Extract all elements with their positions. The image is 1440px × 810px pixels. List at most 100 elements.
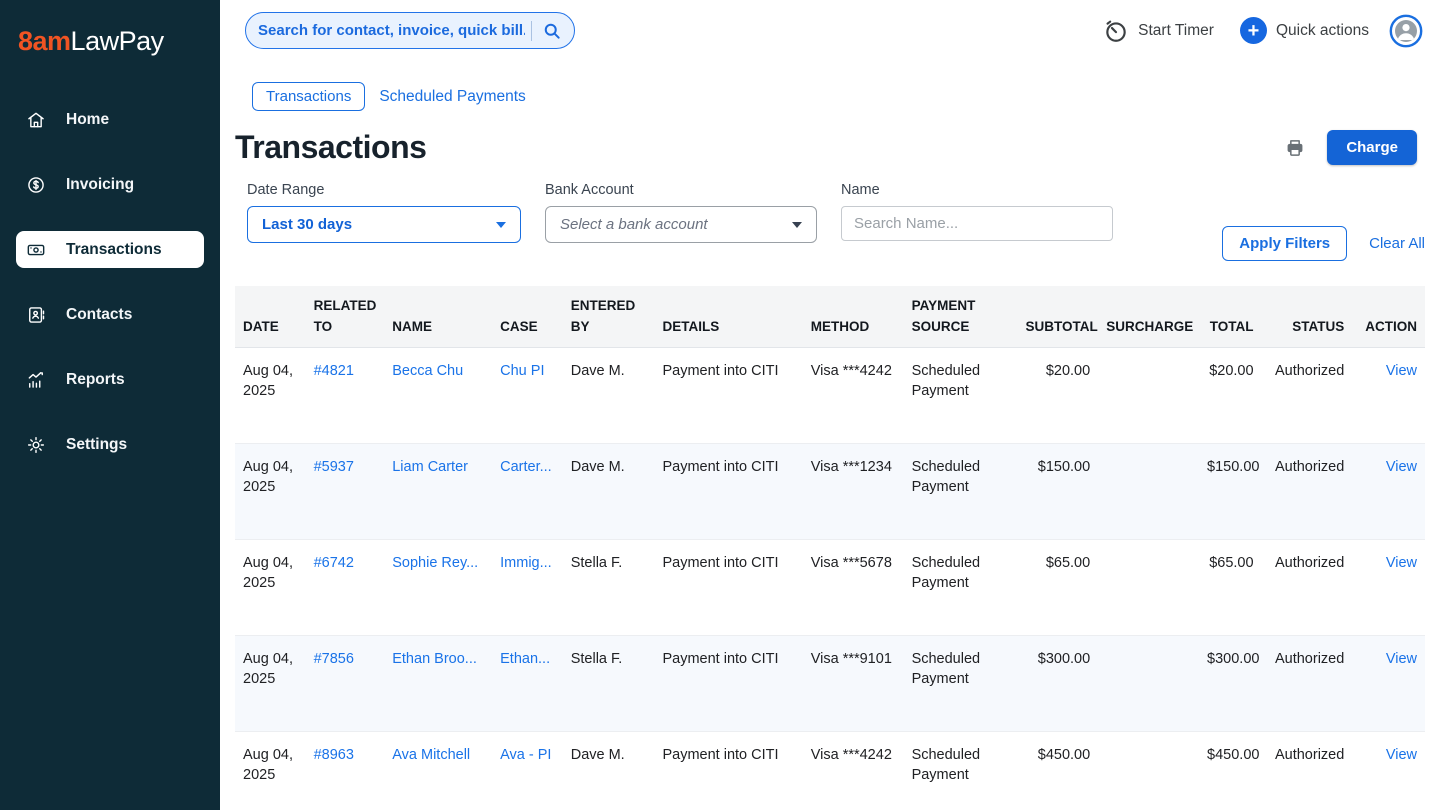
cell-payment-source: Scheduled Payment [904, 443, 1018, 539]
logo-8am: 8am [18, 26, 71, 56]
case-link[interactable]: Ethan... [500, 651, 550, 667]
contact-name-link[interactable]: Ava Mitchell [392, 747, 470, 763]
date-range-select[interactable]: Last 30 days [247, 206, 521, 243]
cell-action: View [1352, 347, 1425, 443]
quick-actions-label: Quick actions [1276, 22, 1369, 40]
global-search-input[interactable]: Search for contact, invoice, quick bill.… [245, 12, 575, 49]
sidebar-item-transactions[interactable]: Transactions [16, 231, 204, 268]
cell-total: $150.00 [1199, 443, 1262, 539]
contact-name-link[interactable]: Liam Carter [392, 459, 468, 475]
page-title: Transactions [235, 129, 426, 166]
date-range-field: Date Range Last 30 days [247, 182, 521, 243]
cell-case: Carter... [492, 443, 563, 539]
table-row: Aug 04, 2025 #5937 Liam Carter Carter...… [235, 443, 1425, 539]
sidebar: 8amLawPay Home Invoicing Transactions Co… [0, 0, 220, 810]
case-link[interactable]: Immig... [500, 555, 552, 571]
sidebar-item-invoicing[interactable]: Invoicing [16, 166, 204, 203]
start-timer-button[interactable]: Start Timer [1103, 18, 1214, 44]
cell-subtotal: $300.00 [1018, 635, 1099, 731]
related-to-link[interactable]: #6742 [314, 555, 354, 571]
charge-button[interactable]: Charge [1327, 130, 1417, 165]
view-link[interactable]: View [1386, 459, 1417, 475]
user-avatar[interactable] [1389, 14, 1423, 48]
cell-total: $20.00 [1199, 347, 1262, 443]
chart-icon [26, 370, 46, 390]
case-link[interactable]: Carter... [500, 459, 552, 475]
print-button[interactable] [1285, 138, 1305, 158]
case-link[interactable]: Ava - PI [500, 747, 551, 763]
main-content: Search for contact, invoice, quick bill.… [220, 0, 1440, 810]
sidebar-item-reports[interactable]: Reports [16, 361, 204, 398]
cell-surcharge [1098, 635, 1199, 731]
cell-action: View [1352, 443, 1425, 539]
sidebar-item-home[interactable]: Home [16, 101, 204, 138]
home-icon [26, 110, 46, 130]
name-search-input[interactable] [841, 206, 1113, 241]
bank-account-placeholder: Select a bank account [560, 216, 708, 233]
cell-method: Visa ***4242 [803, 731, 904, 810]
transactions-table: DATE RELATED TO NAME CASE ENTERED BY DET… [235, 286, 1425, 810]
gear-icon [26, 435, 46, 455]
name-field: Name [841, 182, 1113, 243]
search-placeholder-text: Search for contact, invoice, quick bill.… [258, 22, 525, 39]
cell-subtotal: $450.00 [1018, 731, 1099, 810]
related-to-link[interactable]: #7856 [314, 651, 354, 667]
view-link[interactable]: View [1386, 651, 1417, 667]
cell-action: View [1352, 635, 1425, 731]
title-row: Transactions Charge [235, 129, 1425, 166]
cell-related-to: #7856 [306, 635, 385, 731]
cell-case: Chu PI [492, 347, 563, 443]
cell-entered-by: Dave M. [563, 443, 655, 539]
view-link[interactable]: View [1386, 747, 1417, 763]
cell-entered-by: Stella F. [563, 635, 655, 731]
cell-details: Payment into CITI [654, 443, 802, 539]
quick-actions-button[interactable]: + Quick actions [1240, 17, 1369, 44]
app-logo: 8amLawPay [18, 26, 204, 57]
col-case: CASE [492, 286, 563, 347]
col-name: NAME [384, 286, 492, 347]
contact-card-icon [26, 305, 46, 325]
start-timer-label: Start Timer [1138, 22, 1214, 40]
cell-method: Visa ***1234 [803, 443, 904, 539]
related-to-link[interactable]: #4821 [314, 363, 354, 379]
tab-transactions[interactable]: Transactions [252, 82, 365, 111]
sidebar-item-settings[interactable]: Settings [16, 426, 204, 463]
cell-status: Authorized [1262, 443, 1353, 539]
related-to-link[interactable]: #8963 [314, 747, 354, 763]
contact-name-link[interactable]: Sophie Rey... [392, 555, 478, 571]
plus-icon: + [1240, 17, 1267, 44]
bank-account-label: Bank Account [545, 182, 817, 198]
col-status: STATUS [1262, 286, 1353, 347]
table-row: Aug 04, 2025 #4821 Becca Chu Chu PI Dave… [235, 347, 1425, 443]
cell-date: Aug 04, 2025 [235, 539, 306, 635]
sidebar-item-label: Home [66, 111, 109, 129]
printer-icon [1285, 138, 1305, 158]
view-link[interactable]: View [1386, 555, 1417, 571]
cell-date: Aug 04, 2025 [235, 347, 306, 443]
cell-details: Payment into CITI [654, 731, 802, 810]
related-to-link[interactable]: #5937 [314, 459, 354, 475]
cell-subtotal: $65.00 [1018, 539, 1099, 635]
contact-name-link[interactable]: Ethan Broo... [392, 651, 477, 667]
case-link[interactable]: Chu PI [500, 363, 544, 379]
view-link[interactable]: View [1386, 363, 1417, 379]
filters-section: Date Range Last 30 days Bank Account Sel… [235, 182, 1425, 260]
cell-name: Liam Carter [384, 443, 492, 539]
cell-related-to: #4821 [306, 347, 385, 443]
cell-related-to: #8963 [306, 731, 385, 810]
tab-scheduled-payments[interactable]: Scheduled Payments [379, 88, 525, 106]
search-icon[interactable] [542, 21, 562, 41]
table-row: Aug 04, 2025 #8963 Ava Mitchell Ava - PI… [235, 731, 1425, 810]
col-details: DETAILS [654, 286, 802, 347]
sidebar-item-contacts[interactable]: Contacts [16, 296, 204, 333]
contact-name-link[interactable]: Becca Chu [392, 363, 463, 379]
bank-account-select[interactable]: Select a bank account [545, 206, 817, 243]
col-related-to: RELATED TO [306, 286, 385, 347]
sidebar-item-label: Contacts [66, 306, 132, 324]
apply-filters-button[interactable]: Apply Filters [1222, 226, 1347, 261]
cell-entered-by: Stella F. [563, 539, 655, 635]
page-tabs: Transactions Scheduled Payments [252, 82, 1425, 111]
clear-all-link[interactable]: Clear All [1369, 235, 1425, 252]
topbar-actions: Start Timer + Quick actions [1103, 14, 1425, 48]
cell-subtotal: $150.00 [1018, 443, 1099, 539]
